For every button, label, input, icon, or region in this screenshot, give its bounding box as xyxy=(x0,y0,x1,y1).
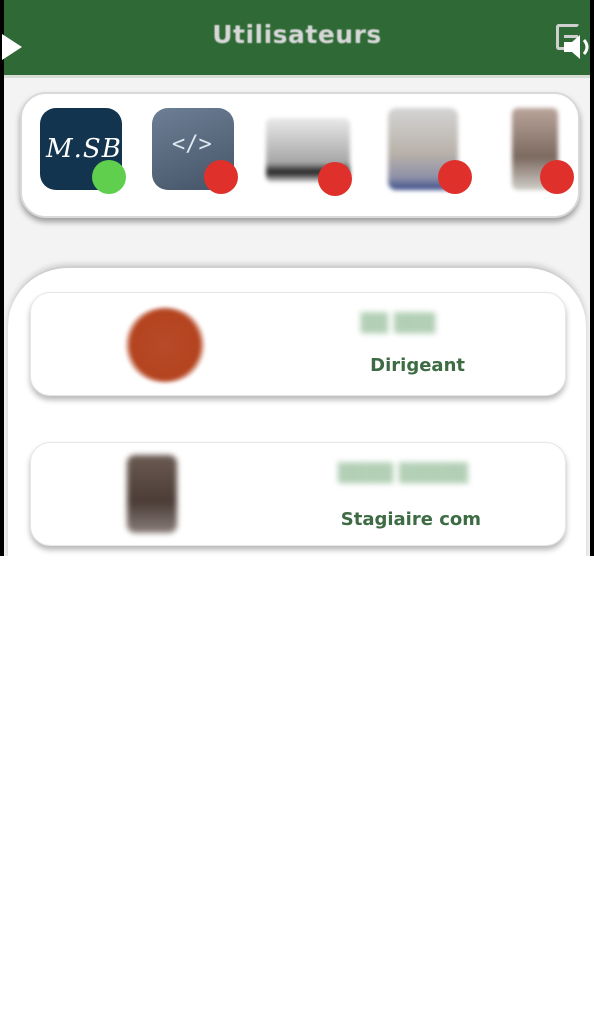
status-offline-icon xyxy=(318,162,352,196)
user-card[interactable]: ▒▒ ▒▒▒ Dirigeant xyxy=(30,292,566,396)
tile-label: </> xyxy=(172,132,212,157)
user-tile-photo[interactable] xyxy=(512,108,574,194)
status-offline-icon xyxy=(438,160,472,194)
user-tile-photo[interactable] xyxy=(266,118,352,196)
online-users-strip: M.SB </> xyxy=(20,92,580,218)
status-online-icon xyxy=(92,160,126,194)
user-role: Dirigeant xyxy=(370,355,465,376)
user-name-blurred: ▒▒ ▒▒▒ xyxy=(360,313,436,334)
avatar xyxy=(127,455,177,533)
video-frame: Utilisateurs M.SB </> ▒▒ ▒▒▒ Dirigeant ▒… xyxy=(0,0,594,556)
user-tile-msb[interactable]: M.SB xyxy=(40,108,126,194)
status-offline-icon xyxy=(540,160,574,194)
app-header: Utilisateurs xyxy=(4,0,590,78)
user-name-blurred: ▒▒▒▒ ▒▒▒▒▒ xyxy=(337,463,469,484)
play-icon[interactable] xyxy=(2,34,22,60)
user-role: Stagiaire com xyxy=(340,509,481,530)
status-offline-icon xyxy=(204,160,238,194)
user-tile-code[interactable]: </> xyxy=(152,108,238,194)
page-title: Utilisateurs xyxy=(212,20,382,49)
app-screen: Utilisateurs M.SB </> ▒▒ ▒▒▒ Dirigeant ▒… xyxy=(4,0,590,556)
user-tile-photo[interactable] xyxy=(388,108,472,194)
volume-icon[interactable] xyxy=(562,32,594,62)
avatar xyxy=(123,307,207,383)
user-card[interactable]: ▒▒▒▒ ▒▒▒▒▒ Stagiaire com xyxy=(30,442,566,546)
